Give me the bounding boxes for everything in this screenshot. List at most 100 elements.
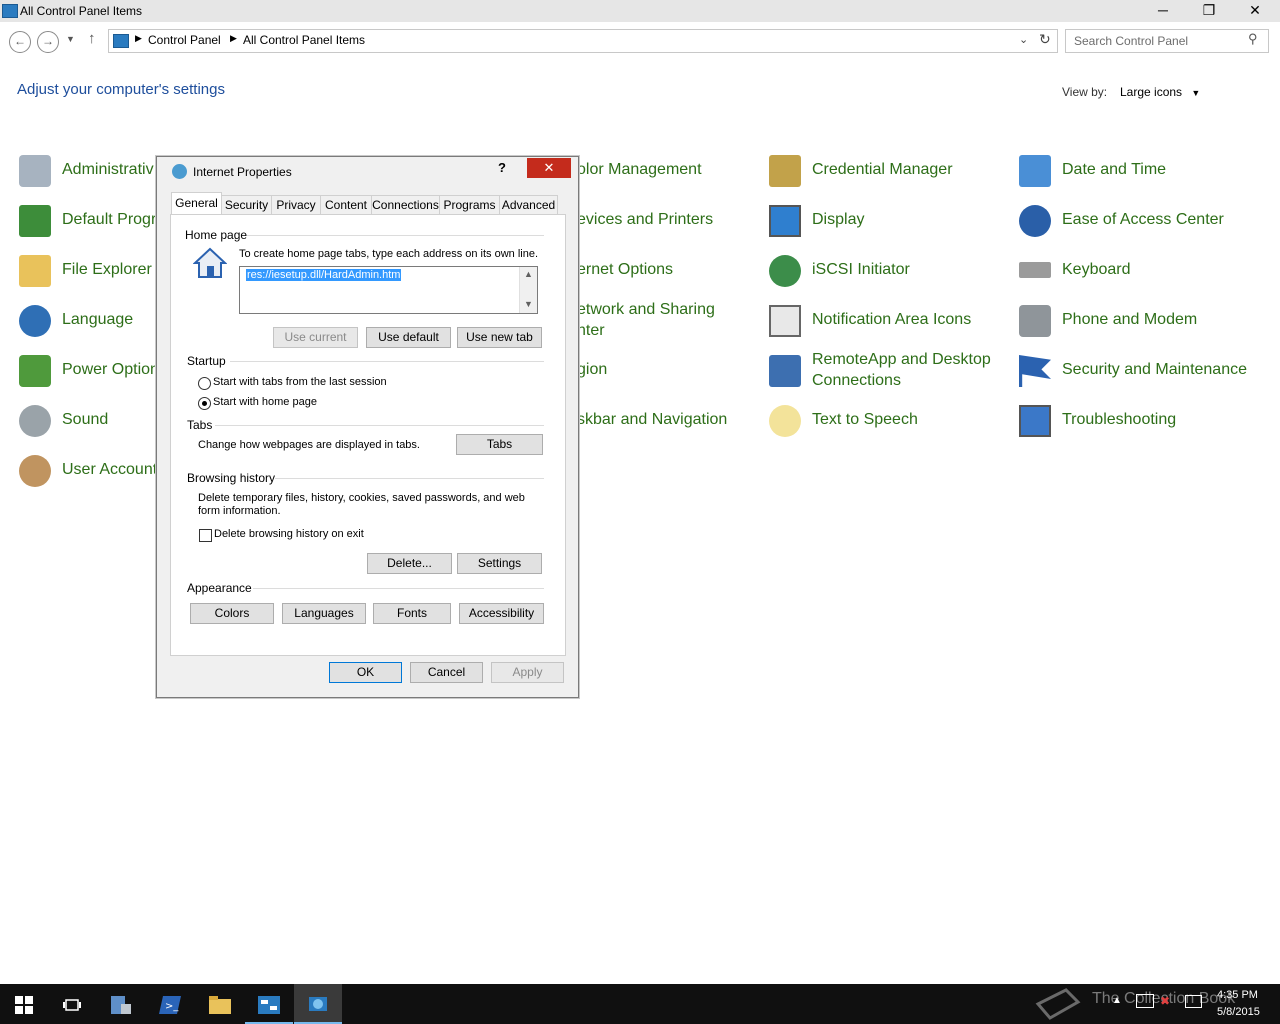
item-sound[interactable]: Sound xyxy=(62,411,108,429)
start-windows-icon[interactable] xyxy=(0,984,48,1024)
clock-date[interactable]: 5/8/2015 xyxy=(1217,1006,1260,1018)
notification-area-icon[interactable] xyxy=(769,305,801,337)
use-current-button[interactable]: Use current xyxy=(273,327,358,348)
breadcrumb-control-panel[interactable]: Control Panel xyxy=(148,33,221,47)
delete-history-button[interactable]: Delete... xyxy=(367,553,452,574)
item-power-options[interactable]: Power Option xyxy=(62,361,159,379)
tab-general[interactable]: General xyxy=(171,192,222,216)
item-security-maintenance[interactable]: Security and Maintenance xyxy=(1062,361,1247,379)
item-iscsi-initiator[interactable]: iSCSI Initiator xyxy=(812,261,910,279)
item-date-and-time[interactable]: Date and Time xyxy=(1062,161,1166,179)
tray-chevron-icon[interactable]: ▲ xyxy=(1112,995,1122,1006)
folder-icon[interactable] xyxy=(19,255,51,287)
use-new-tab-button[interactable]: Use new tab xyxy=(457,327,542,348)
textarea-scrollbar[interactable]: ▲ ▼ xyxy=(519,267,537,313)
keyboard-icon[interactable] xyxy=(1019,262,1051,278)
internet-options-taskbar-icon[interactable] xyxy=(294,984,342,1024)
item-display[interactable]: Display xyxy=(812,211,864,229)
history-settings-button[interactable]: Settings xyxy=(457,553,542,574)
item-administrative-tools[interactable]: Administrativ xyxy=(62,161,154,179)
administrative-tools-icon[interactable] xyxy=(19,155,51,187)
home-page-textarea[interactable]: res://iesetup.dll/HardAdmin.htm ▲ ▼ xyxy=(239,266,538,314)
view-by-dropdown[interactable]: Large icons ▼ xyxy=(1120,85,1200,99)
item-file-explorer-options[interactable]: File Explorer C xyxy=(62,261,168,279)
item-color-management[interactable]: olor Management xyxy=(577,161,702,179)
item-text-to-speech[interactable]: Text to Speech xyxy=(812,411,918,429)
task-view-icon[interactable] xyxy=(48,984,96,1024)
globe-icon[interactable] xyxy=(769,255,801,287)
use-default-button[interactable]: Use default xyxy=(366,327,451,348)
breadcrumb-all-items[interactable]: All Control Panel Items xyxy=(243,33,365,47)
radio-last-session-label[interactable]: Start with tabs from the last session xyxy=(213,376,387,388)
flag-icon[interactable] xyxy=(1019,355,1051,387)
tabs-settings-button[interactable]: Tabs xyxy=(456,434,543,455)
radio-home-page-label[interactable]: Start with home page xyxy=(213,396,317,408)
file-explorer-icon[interactable] xyxy=(196,984,244,1024)
tab-advanced[interactable]: Advanced xyxy=(499,195,558,216)
language-icon[interactable] xyxy=(19,305,51,337)
action-center-icon[interactable] xyxy=(1185,995,1202,1008)
network-icon[interactable] xyxy=(1136,994,1154,1008)
item-internet-options[interactable]: ernet Options xyxy=(577,261,673,279)
delete-on-exit-label[interactable]: Delete browsing history on exit xyxy=(214,528,364,540)
recent-locations-chevron-icon[interactable]: ▼ xyxy=(66,34,75,44)
fonts-button[interactable]: Fonts xyxy=(373,603,451,624)
item-default-programs[interactable]: Default Progr xyxy=(62,211,156,229)
item-ease-of-access[interactable]: Ease of Access Center xyxy=(1062,211,1224,229)
search-icon[interactable]: ⚲ xyxy=(1248,31,1258,47)
item-phone-and-modem[interactable]: Phone and Modem xyxy=(1062,311,1197,329)
item-credential-manager[interactable]: Credential Manager xyxy=(812,161,953,179)
apply-button[interactable]: Apply xyxy=(491,662,564,683)
minimize-button[interactable]: ─ xyxy=(1140,0,1186,22)
credential-manager-icon[interactable] xyxy=(769,155,801,187)
item-language[interactable]: Language xyxy=(62,311,133,329)
default-programs-icon[interactable] xyxy=(19,205,51,237)
restore-button[interactable]: ❐ xyxy=(1186,0,1232,22)
scroll-down-icon[interactable]: ▼ xyxy=(524,299,533,309)
back-button[interactable]: ← xyxy=(9,31,31,53)
address-dropdown-chevron-icon[interactable]: ⌄ xyxy=(1019,33,1028,46)
item-network-sharing[interactable]: etwork and Sharing xyxy=(577,301,715,319)
tab-content[interactable]: Content xyxy=(320,195,372,216)
clock-time[interactable]: 4:35 PM xyxy=(1217,989,1258,1001)
volume-muted-icon[interactable]: ✖ xyxy=(1160,994,1170,1008)
item-remoteapp[interactable]: RemoteApp and Desktop xyxy=(812,351,991,369)
ok-button[interactable]: OK xyxy=(329,662,402,683)
remoteapp-icon[interactable] xyxy=(769,355,801,387)
cancel-button[interactable]: Cancel xyxy=(410,662,483,683)
powershell-icon[interactable]: >_ xyxy=(146,984,194,1024)
item-remoteapp-line2[interactable]: Connections xyxy=(812,372,901,390)
item-user-accounts[interactable]: User Accounts xyxy=(62,461,165,479)
tab-privacy[interactable]: Privacy xyxy=(271,195,321,216)
search-input[interactable]: Search Control Panel ⚲ xyxy=(1065,29,1269,53)
tab-connections[interactable]: Connections xyxy=(371,195,440,216)
ease-of-access-icon[interactable] xyxy=(1019,205,1051,237)
item-network-sharing-line2[interactable]: nter xyxy=(577,322,605,340)
display-icon[interactable] xyxy=(769,205,801,237)
radio-last-session[interactable] xyxy=(198,377,211,390)
users-icon[interactable] xyxy=(19,455,51,487)
close-dialog-button[interactable]: ✕ xyxy=(527,158,571,178)
radio-home-page[interactable] xyxy=(198,397,211,410)
tab-security[interactable]: Security xyxy=(221,195,272,216)
item-troubleshooting[interactable]: Troubleshooting xyxy=(1062,411,1176,429)
power-options-icon[interactable] xyxy=(19,355,51,387)
accessibility-button[interactable]: Accessibility xyxy=(459,603,544,624)
server-manager-icon[interactable] xyxy=(97,984,145,1024)
item-region[interactable]: gion xyxy=(577,361,607,379)
languages-button[interactable]: Languages xyxy=(282,603,366,624)
up-arrow-icon[interactable]: ↑ xyxy=(88,30,96,47)
speech-bubble-icon[interactable] xyxy=(769,405,801,437)
colors-button[interactable]: Colors xyxy=(190,603,274,624)
control-panel-taskbar-icon[interactable] xyxy=(245,984,293,1024)
phone-icon[interactable] xyxy=(1019,305,1051,337)
item-taskbar-navigation[interactable]: skbar and Navigation xyxy=(577,411,727,429)
refresh-icon[interactable]: ↻ xyxy=(1039,31,1051,48)
item-keyboard[interactable]: Keyboard xyxy=(1062,261,1131,279)
help-button[interactable]: ? xyxy=(479,158,525,178)
tab-programs[interactable]: Programs xyxy=(439,195,500,216)
item-devices-and-printers[interactable]: evices and Printers xyxy=(577,211,713,229)
address-bar[interactable]: ▶ Control Panel ▶ All Control Panel Item… xyxy=(108,29,1058,53)
speaker-icon[interactable] xyxy=(19,405,51,437)
delete-on-exit-checkbox[interactable] xyxy=(199,529,212,542)
